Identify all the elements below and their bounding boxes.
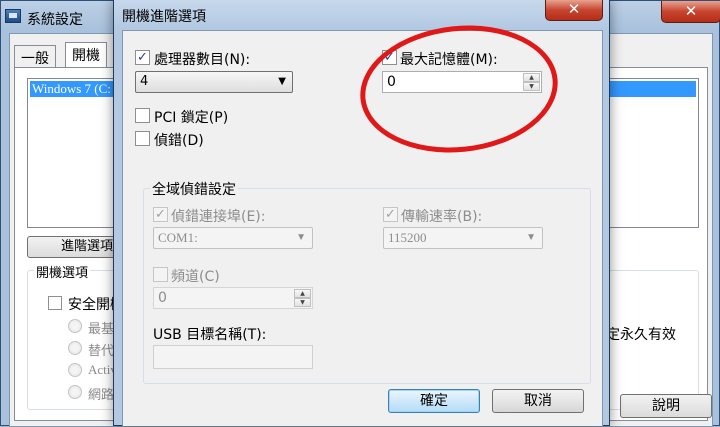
max-memory-label: 最大記憶體(M):	[400, 52, 498, 68]
processors-value: 4	[140, 74, 149, 89]
usb-target-input[interactable]	[153, 345, 313, 369]
spin-up-icon[interactable]: ▲	[523, 73, 540, 82]
processors-checkbox[interactable]: ✓	[135, 50, 150, 65]
channel-input[interactable]: 0 ▲ ▼	[153, 287, 313, 309]
tab-general[interactable]: 一般	[14, 45, 56, 67]
window-app-icon	[5, 9, 21, 23]
spin-up-icon[interactable]: ▲	[294, 289, 311, 298]
radio-network[interactable]	[68, 385, 82, 399]
radio-minimal[interactable]	[68, 319, 82, 333]
channel-checkbox[interactable]	[153, 267, 168, 282]
baud-rate-checkbox[interactable]: ✓	[383, 207, 398, 222]
global-debug-settings-label: 全域偵錯設定	[150, 179, 238, 199]
safe-boot-checkbox[interactable]	[48, 296, 62, 310]
permanent-settings-label: 定永久有效	[606, 327, 676, 343]
radio-alternate[interactable]	[68, 341, 82, 355]
baud-rate-dropdown[interactable]: 115200 ▼	[383, 227, 543, 249]
radio-alternate-label: 替代	[88, 343, 115, 358]
dialog-title: 開機進階選項	[122, 9, 206, 25]
ok-button[interactable]: 確定	[388, 389, 480, 413]
baud-rate-value: 115200	[388, 230, 427, 245]
help-button[interactable]: 說明	[620, 394, 712, 418]
channel-spinner: ▲ ▼	[294, 289, 311, 307]
chevron-down-icon: ▼	[526, 232, 536, 243]
dialog-close-icon[interactable]: ✕	[545, 0, 603, 21]
spin-down-icon[interactable]: ▼	[523, 82, 540, 91]
debug-port-value: COM1:	[158, 230, 198, 245]
processors-dropdown[interactable]: 4 ▼	[135, 71, 293, 93]
boot-options-group-label: 開機選項	[34, 262, 91, 281]
spin-down-icon[interactable]: ▼	[294, 298, 311, 307]
global-debug-settings-group: 全域偵錯設定 ✓ 偵錯連接埠(E): COM1: ▼ ✓ 傳輸速率(B): 11…	[143, 179, 591, 384]
debug-checkbox[interactable]	[135, 131, 150, 146]
boot-advanced-options-dialog: 開機進階選項 ✕ ✓ 處理器數目(N): 4 ▼ ✓ 最大記憶體(M): 0 ▲…	[113, 0, 610, 426]
channel-label: 頻道(C)	[171, 269, 220, 285]
tab-boot[interactable]: 開機	[65, 42, 107, 68]
pci-lock-checkbox[interactable]	[135, 108, 150, 123]
max-memory-spinner: ▲ ▼	[523, 73, 540, 91]
debug-label: 偵錯(D)	[154, 133, 204, 149]
radio-active-directory[interactable]	[68, 363, 82, 377]
debug-port-label: 偵錯連接埠(E):	[171, 209, 266, 225]
debug-port-dropdown[interactable]: COM1: ▼	[153, 227, 313, 249]
chevron-down-icon: ▼	[278, 76, 286, 87]
chevron-down-icon: ▼	[296, 232, 306, 243]
system-config-close-icon[interactable]: ✕	[661, 1, 720, 23]
max-memory-input[interactable]: 0 ▲ ▼	[382, 71, 542, 93]
debug-port-checkbox[interactable]: ✓	[153, 207, 168, 222]
cancel-button[interactable]: 取消	[492, 389, 584, 413]
baud-rate-label: 傳輸速率(B):	[401, 209, 483, 225]
radio-minimal-label: 最基	[88, 321, 115, 336]
usb-target-label: USB 目標名稱(T):	[153, 327, 267, 343]
pci-lock-label: PCI 鎖定(P)	[154, 110, 229, 126]
processors-label: 處理器數目(N):	[154, 52, 251, 68]
dialog-body: ✓ 處理器數目(N): 4 ▼ ✓ 最大記憶體(M): 0 ▲ ▼ PCI 鎖定…	[122, 30, 603, 426]
max-memory-value: 0	[387, 74, 396, 90]
max-memory-checkbox[interactable]: ✓	[382, 50, 397, 65]
system-config-title: 系統設定	[27, 12, 83, 28]
radio-network-label: 網路	[88, 387, 115, 402]
channel-value: 0	[158, 290, 167, 306]
